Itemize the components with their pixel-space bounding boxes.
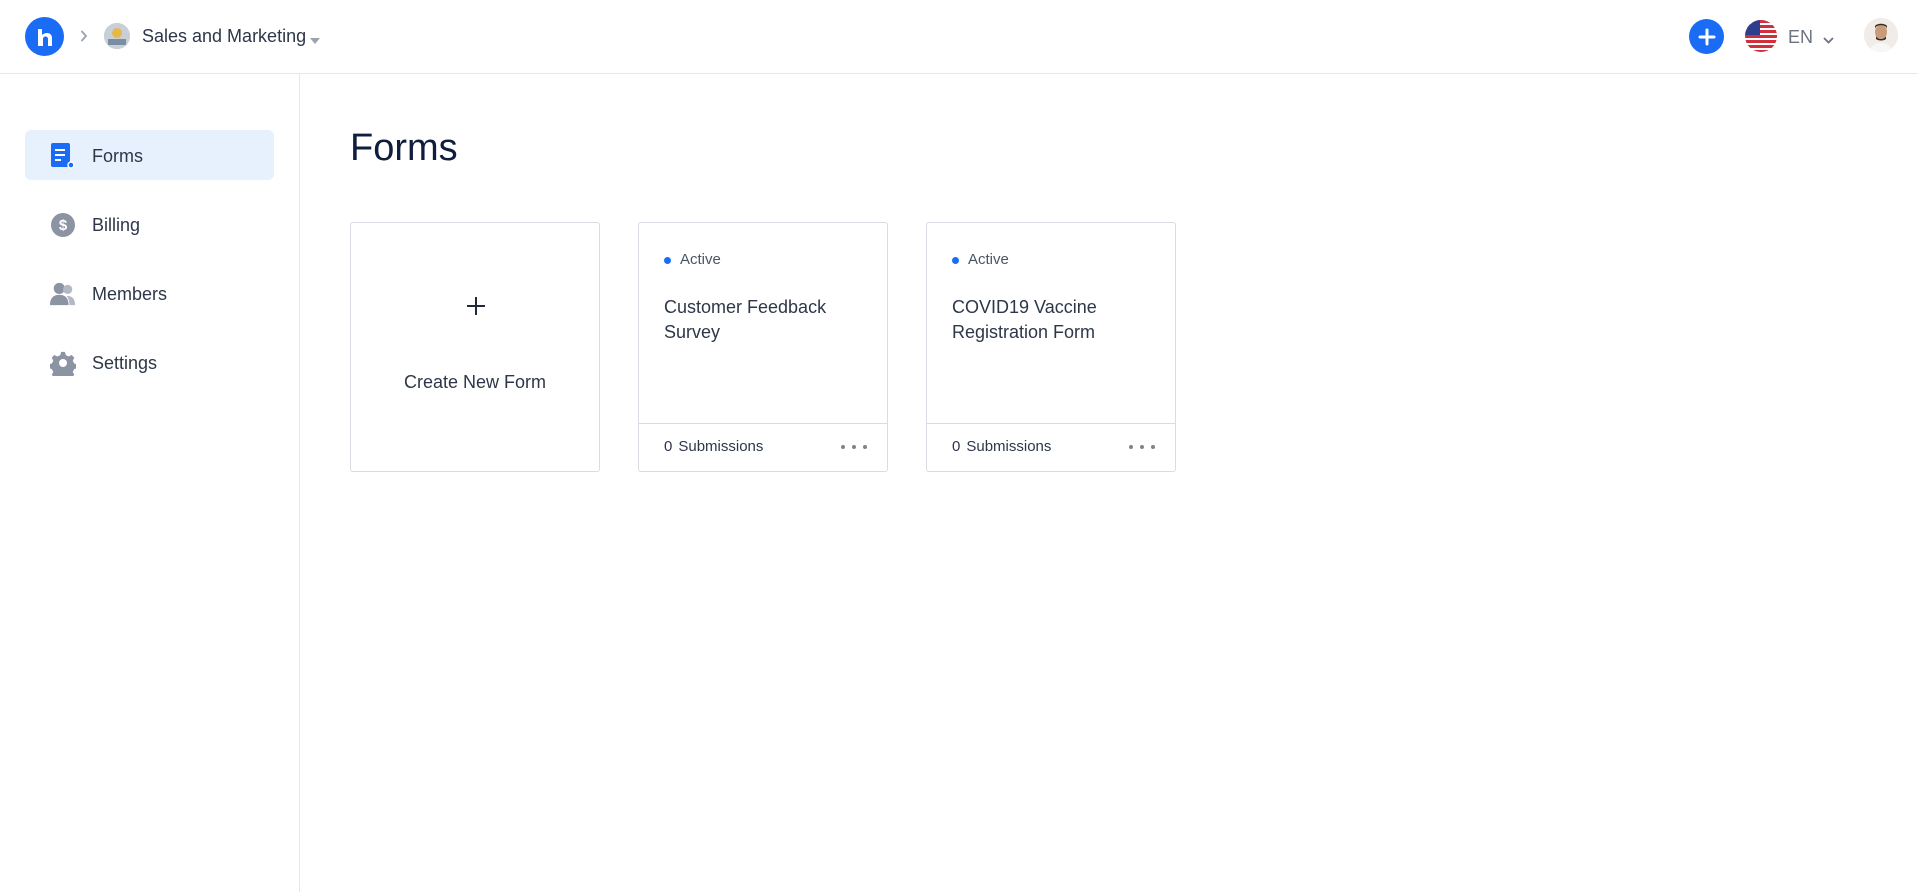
- card-footer: 0 Submissions: [639, 423, 887, 471]
- gear-icon: [50, 350, 76, 376]
- form-card[interactable]: Active Customer Feedback Survey 0 Submiss…: [638, 222, 888, 472]
- create-form-label: Create New Form: [403, 372, 547, 392]
- sidebar-item-label: Billing: [92, 215, 141, 235]
- form-title[interactable]: COVID19 Vaccine Registration Form: [952, 295, 1157, 345]
- sidebar-item-members[interactable]: Members: [25, 268, 274, 318]
- members-icon: [50, 281, 76, 307]
- submissions-count: 0 Submissions: [952, 438, 1051, 456]
- sidebar-item-forms[interactable]: Forms: [25, 130, 274, 180]
- form-card[interactable]: Active COVID19 Vaccine Registration Form…: [926, 222, 1176, 472]
- submissions-number: 0: [664, 438, 673, 455]
- sidebar-item-billing[interactable]: $ Billing: [25, 199, 274, 249]
- more-options-icon[interactable]: [841, 438, 867, 456]
- caret-down-icon[interactable]: [310, 31, 320, 49]
- status-badge: Active: [664, 251, 721, 269]
- sidebar-item-label: Forms: [92, 146, 143, 166]
- us-flag-icon[interactable]: [1745, 20, 1777, 52]
- status-text: Active: [680, 251, 721, 268]
- submissions-count: 0 Submissions: [664, 438, 763, 456]
- create-form-card[interactable]: Create New Form: [350, 222, 600, 472]
- add-button[interactable]: [1689, 19, 1724, 54]
- workspace-avatar[interactable]: [104, 23, 130, 49]
- form-title[interactable]: Customer Feedback Survey: [664, 295, 869, 345]
- more-options-icon[interactable]: [1129, 438, 1155, 456]
- plus-icon: [1698, 28, 1715, 45]
- user-avatar[interactable]: [1864, 18, 1898, 52]
- workspace-name[interactable]: Sales and Marketing: [142, 25, 306, 47]
- plus-icon: [465, 295, 487, 317]
- logo-icon: [37, 28, 52, 46]
- svg-text:$: $: [59, 217, 68, 234]
- status-dot: [664, 256, 671, 264]
- sidebar: Forms $ Billing Members Settings: [0, 74, 300, 892]
- sidebar-item-label: Settings: [92, 353, 158, 373]
- app-logo[interactable]: [25, 17, 64, 56]
- card-footer: 0 Submissions: [927, 423, 1175, 471]
- status-text: Active: [968, 251, 1009, 268]
- status-dot: [952, 256, 959, 264]
- status-badge: Active: [952, 251, 1009, 269]
- breadcrumb-chevron-icon: [78, 26, 90, 46]
- sidebar-item-label: Members: [92, 284, 168, 304]
- forms-icon: [50, 143, 76, 169]
- billing-icon: $: [50, 212, 76, 238]
- top-header: Sales and Marketing EN: [0, 0, 1918, 74]
- page-title: Forms: [350, 127, 458, 169]
- submissions-number: 0: [952, 438, 961, 455]
- sidebar-item-settings[interactable]: Settings: [25, 337, 274, 387]
- chevron-down-icon[interactable]: [1823, 31, 1834, 49]
- submissions-label: Submissions: [678, 438, 764, 455]
- submissions-label: Submissions: [966, 438, 1052, 455]
- language-label[interactable]: EN: [1788, 26, 1813, 48]
